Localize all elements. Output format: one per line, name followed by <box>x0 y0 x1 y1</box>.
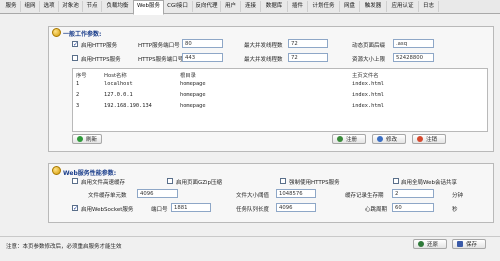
save-button[interactable]: 保存 <box>452 239 486 249</box>
table-header-no: 序号 <box>76 73 87 79</box>
cache-lifetime-label: 缓存记录生存期 <box>345 193 384 199</box>
https-enable-checkbox[interactable] <box>72 55 78 61</box>
tab-plugins[interactable]: 插件 <box>288 1 308 12</box>
table-cell-host[interactable]: 192.168.190.134 <box>104 103 152 109</box>
modify-button-label: 修改 <box>386 137 398 143</box>
file-size-threshold-label: 文件大小阈值 <box>236 193 270 199</box>
force-https-label: 强制使用HTTPS服务 <box>289 180 340 186</box>
cache-units-label: 文件缓存单元数 <box>88 193 127 199</box>
web-share-label: 启用全局Web会话共享 <box>401 180 457 186</box>
http-port-label: HTTP服务端口号 <box>138 43 180 49</box>
table-header-host: Host名称 <box>104 73 127 79</box>
host-table[interactable] <box>72 68 488 132</box>
websocket-checkbox[interactable] <box>72 205 78 211</box>
remove-icon <box>417 136 423 142</box>
heartbeat-unit: 秒 <box>452 207 458 213</box>
dynamic-ext-label: 动态页面后缀 <box>352 43 386 49</box>
dynamic-ext-input[interactable]: .asq <box>393 39 434 48</box>
general-settings-title: 一般工作参数: <box>63 31 102 38</box>
gzip-label: 启用页面GZip压缩 <box>176 180 223 186</box>
tab-database[interactable]: 数据库 <box>261 1 288 12</box>
resource-limit-label: 资源大小上限 <box>352 57 386 63</box>
tab-web-service[interactable]: Web服务 <box>133 0 164 15</box>
tab-nodes[interactable]: 节点 <box>83 1 102 12</box>
tab-object-pool[interactable]: 对象池 <box>59 1 83 12</box>
tab-network[interactable]: 组网 <box>21 1 40 12</box>
restore-button[interactable]: 还原 <box>413 239 447 249</box>
save-icon <box>457 241 463 247</box>
refresh-button[interactable]: 刷新 <box>72 134 102 144</box>
tab-load-balance[interactable]: 负载均衡 <box>102 1 134 12</box>
refresh-icon <box>77 136 83 142</box>
modify-button[interactable]: 修改 <box>372 134 406 144</box>
edit-icon <box>377 136 383 142</box>
register-button-label: 注册 <box>346 137 358 143</box>
status-note: 注意：本页参数修改后，必须重启服务才能生效 <box>6 244 122 250</box>
tab-netdisk[interactable]: 网盘 <box>340 1 360 12</box>
restore-button-label: 还原 <box>427 242 439 248</box>
cache-units-input[interactable]: 4096 <box>137 189 178 198</box>
http-max-conn-input[interactable]: 72 <box>288 39 328 48</box>
https-max-conn-label: 最大并发线程数 <box>244 57 283 63</box>
save-button-label: 保存 <box>466 242 478 248</box>
gzip-checkbox[interactable] <box>167 178 173 184</box>
web-share-checkbox[interactable] <box>393 178 399 184</box>
perf-settings-icon <box>52 166 61 175</box>
tab-triggers[interactable]: 触发器 <box>360 1 387 12</box>
cache-lifetime-unit: 分钟 <box>452 193 464 199</box>
tab-reverse-proxy[interactable]: 反向代理 <box>193 1 221 12</box>
table-cell-host[interactable]: localhost <box>104 81 133 87</box>
https-port-input[interactable]: 443 <box>182 53 223 62</box>
table-cell-index[interactable]: index.html <box>352 81 384 87</box>
http-enable-label: 启用HTTP服务 <box>81 43 118 49</box>
tab-scheduled-tasks[interactable]: 计划任务 <box>308 1 340 12</box>
file-size-threshold-input[interactable]: 1048576 <box>276 189 316 198</box>
undo-icon <box>418 241 424 247</box>
fast-cache-checkbox[interactable] <box>72 178 78 184</box>
tab-options[interactable]: 选项 <box>40 1 59 12</box>
tab-bar: 服务 组网 选项 对象池 节点 负载均衡 Web服务 CGI接口 反向代理 用户… <box>0 0 500 15</box>
https-max-conn-input[interactable]: 72 <box>288 53 328 62</box>
cache-lifetime-input[interactable]: 2 <box>392 189 434 198</box>
websocket-label: 启用WebSocket服务 <box>81 207 134 213</box>
table-cell-root[interactable]: homepage <box>180 92 206 98</box>
ws-port-label: 端口号 <box>151 207 168 213</box>
table-cell-no[interactable]: 1 <box>76 81 79 87</box>
table-cell-index[interactable]: index.html <box>352 92 384 98</box>
http-port-input[interactable]: 80 <box>182 39 223 48</box>
unregister-button[interactable]: 注销 <box>412 134 446 144</box>
resource-limit-input[interactable]: 52428800 <box>393 53 434 62</box>
tab-service[interactable]: 服务 <box>2 1 21 12</box>
perf-settings-title: Web服务性能参数: <box>63 170 117 177</box>
ws-port-input[interactable]: 1881 <box>171 203 211 212</box>
table-cell-no[interactable]: 2 <box>76 92 79 98</box>
register-button[interactable]: 注册 <box>332 134 366 144</box>
queue-len-input[interactable]: 4096 <box>276 203 316 212</box>
heartbeat-input[interactable]: 60 <box>392 203 434 212</box>
https-enable-label: 启用HTTPS服务 <box>81 57 121 63</box>
general-settings-icon <box>52 28 61 37</box>
tab-connections[interactable]: 连接 <box>241 1 261 12</box>
table-header-root: 根目录 <box>180 73 196 79</box>
table-cell-root[interactable]: homepage <box>180 103 206 109</box>
http-enable-checkbox[interactable] <box>72 41 78 47</box>
add-icon <box>337 136 343 142</box>
unregister-button-label: 注销 <box>426 137 438 143</box>
http-max-conn-label: 最大并发线程数 <box>244 43 283 49</box>
fast-cache-label: 启用文件高速缓存 <box>81 180 126 186</box>
table-cell-index[interactable]: index.html <box>352 103 384 109</box>
table-cell-host[interactable]: 127.0.0.1 <box>104 92 133 98</box>
force-https-checkbox[interactable] <box>280 178 286 184</box>
tab-cgi[interactable]: CGI接口 <box>163 1 193 12</box>
refresh-button-label: 刷新 <box>86 137 98 143</box>
table-cell-root[interactable]: homepage <box>180 81 206 87</box>
table-cell-no[interactable]: 3 <box>76 103 79 109</box>
table-header-index: 主页文件名 <box>352 73 379 79</box>
tab-users[interactable]: 用户 <box>221 1 241 12</box>
https-port-label: HTTPS服务端口号 <box>138 57 184 63</box>
queue-len-label: 任务队列长度 <box>236 207 270 213</box>
tab-app-auth[interactable]: 应用认证 <box>387 1 419 12</box>
heartbeat-label: 心跳周期 <box>365 207 388 213</box>
tab-logs[interactable]: 日志 <box>419 1 439 12</box>
